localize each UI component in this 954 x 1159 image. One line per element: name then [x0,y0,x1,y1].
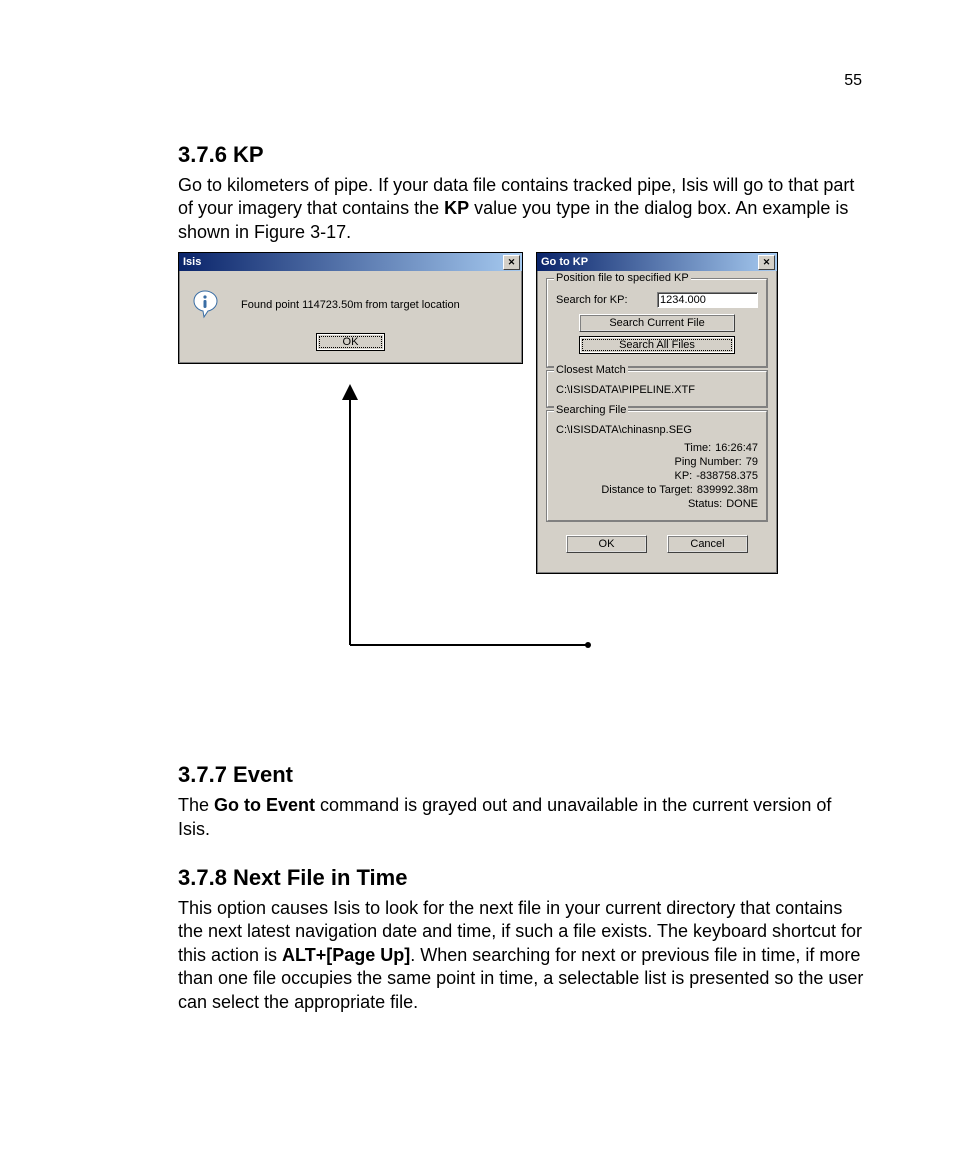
ok-button[interactable]: OK [566,535,647,553]
ok-button[interactable]: OK [316,333,386,351]
status-value: DONE [726,498,758,510]
para-next-file: This option causes Isis to look for the … [178,897,864,1014]
search-kp-input[interactable] [657,292,758,308]
time-label: Time: [684,442,711,454]
group-position-file: Position file to specified KP Search for… [547,279,767,367]
shortcut-bold: ALT+[Page Up] [282,945,410,965]
titlebar-gotokp[interactable]: Go to KP [537,253,777,271]
kp-value: -838758.375 [696,470,758,482]
para-event: The Go to Event command is grayed out an… [178,794,864,841]
ping-value: 79 [746,456,758,468]
group-searching-file: Searching File C:\ISISDATA\chinasnp.SEG … [547,411,767,521]
ping-label: Ping Number: [674,456,741,468]
go-to-event-bold: Go to Event [214,795,315,815]
search-kp-label: Search for KP: [556,294,628,306]
message-text: Found point 114723.50m from target locat… [241,299,460,311]
legend-closest: Closest Match [554,364,628,376]
search-current-file-button[interactable]: Search Current File [579,314,735,332]
time-value: 16:26:47 [715,442,758,454]
status-label: Status: [688,498,722,510]
page-number: 55 [844,72,862,90]
close-icon[interactable] [758,255,775,270]
search-all-files-button[interactable]: Search All Files [579,336,735,354]
info-icon [191,289,223,321]
closest-match-path: C:\ISISDATA\PIPELINE.XTF [556,384,758,396]
distance-value: 839992.38m [697,484,758,496]
group-closest-match: Closest Match C:\ISISDATA\PIPELINE.XTF [547,371,767,407]
heading-next-file: 3.7.8 Next File in Time [178,865,864,891]
title-text: Go to KP [541,256,588,268]
kp-bold: KP [444,198,469,218]
cancel-button[interactable]: Cancel [667,535,748,553]
close-icon[interactable] [503,255,520,270]
legend-position: Position file to specified KP [554,272,691,284]
heading-event: 3.7.7 Event [178,762,864,788]
distance-label: Distance to Target: [601,484,693,496]
kp-label: KP: [674,470,692,482]
figure-3-17: Isis Found point 114723.50m from target … [178,252,864,722]
titlebar-isis[interactable]: Isis [179,253,522,271]
searching-file-path: C:\ISISDATA\chinasnp.SEG [556,424,758,436]
title-text: Isis [183,256,201,268]
heading-kp: 3.7.6 KP [178,142,864,168]
dialog-go-to-kp: Go to KP Position file to specified KP S… [536,252,778,574]
para-kp: Go to kilometers of pipe. If your data f… [178,174,864,244]
text-fragment: The [178,795,214,815]
dialog-isis: Isis Found point 114723.50m from target … [178,252,523,364]
legend-searching: Searching File [554,404,628,416]
